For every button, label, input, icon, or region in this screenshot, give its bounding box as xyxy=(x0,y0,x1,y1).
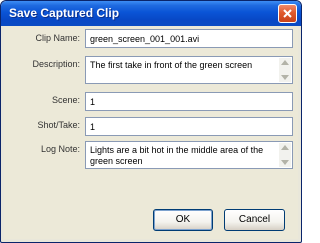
cancel-button[interactable]: Cancel xyxy=(224,209,285,231)
scroll-down-arrow-icon[interactable] xyxy=(281,160,289,165)
clip-name-label: Clip Name: xyxy=(35,33,80,43)
close-button[interactable] xyxy=(278,4,297,23)
description-text: The first take in front of the green scr… xyxy=(90,60,253,70)
scene-field[interactable]: 1 xyxy=(85,92,293,111)
close-icon xyxy=(283,9,292,18)
dialog-body: Clip Name: green_screen_001_001.avi Desc… xyxy=(4,26,298,239)
clip-name-field[interactable]: green_screen_001_001.avi xyxy=(85,29,293,48)
log-note-label: Log Note: xyxy=(40,144,80,154)
description-scrollbar[interactable] xyxy=(279,58,291,82)
scene-label: Scene: xyxy=(51,95,80,105)
scroll-up-arrow-icon[interactable] xyxy=(281,60,289,65)
log-note-scrollbar[interactable] xyxy=(279,143,291,167)
description-label: Description: xyxy=(32,59,80,69)
dialog-title: Save Captured Clip xyxy=(9,6,120,20)
save-captured-clip-dialog: Save Captured Clip Clip Name: green_scre… xyxy=(0,0,302,243)
shot-take-field[interactable]: 1 xyxy=(85,117,293,136)
shot-take-label: Shot/Take: xyxy=(37,120,80,130)
title-bar[interactable]: Save Captured Clip xyxy=(1,1,301,26)
scroll-up-arrow-icon[interactable] xyxy=(281,145,289,150)
description-field[interactable]: The first take in front of the green scr… xyxy=(85,56,293,84)
scroll-down-arrow-icon[interactable] xyxy=(281,75,289,80)
log-note-text: Lights are a bit hot in the middle area … xyxy=(90,145,264,166)
log-note-field[interactable]: Lights are a bit hot in the middle area … xyxy=(85,141,293,169)
ok-button[interactable]: OK xyxy=(153,209,213,231)
